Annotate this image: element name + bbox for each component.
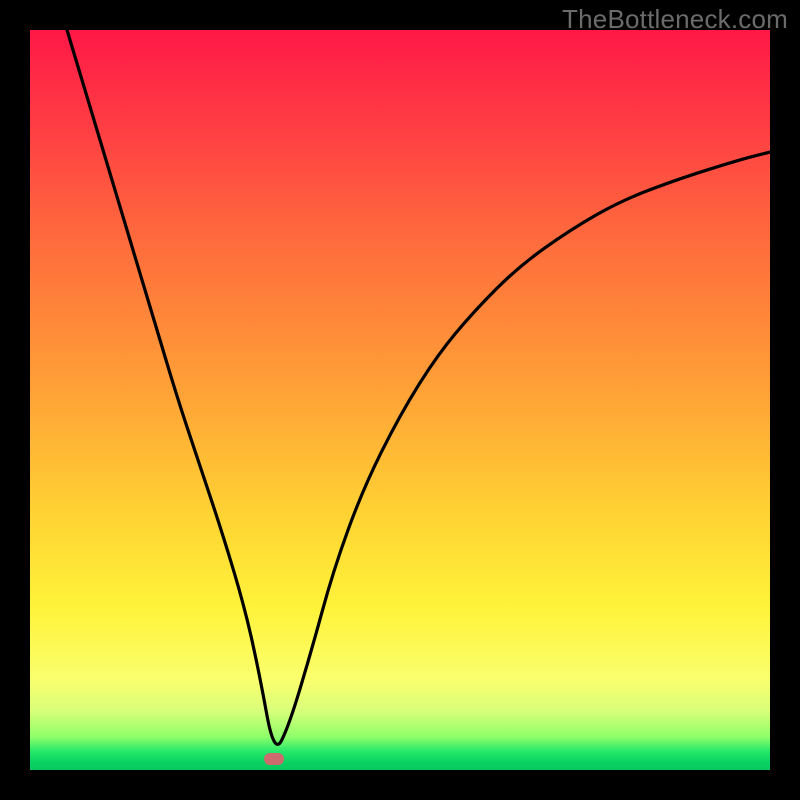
bottleneck-curve-path xyxy=(67,30,770,744)
curve-svg xyxy=(30,30,770,770)
watermark-text: TheBottleneck.com xyxy=(562,4,788,35)
plot-area xyxy=(30,30,770,770)
chart-frame: TheBottleneck.com xyxy=(0,0,800,800)
minimum-marker xyxy=(264,753,284,765)
